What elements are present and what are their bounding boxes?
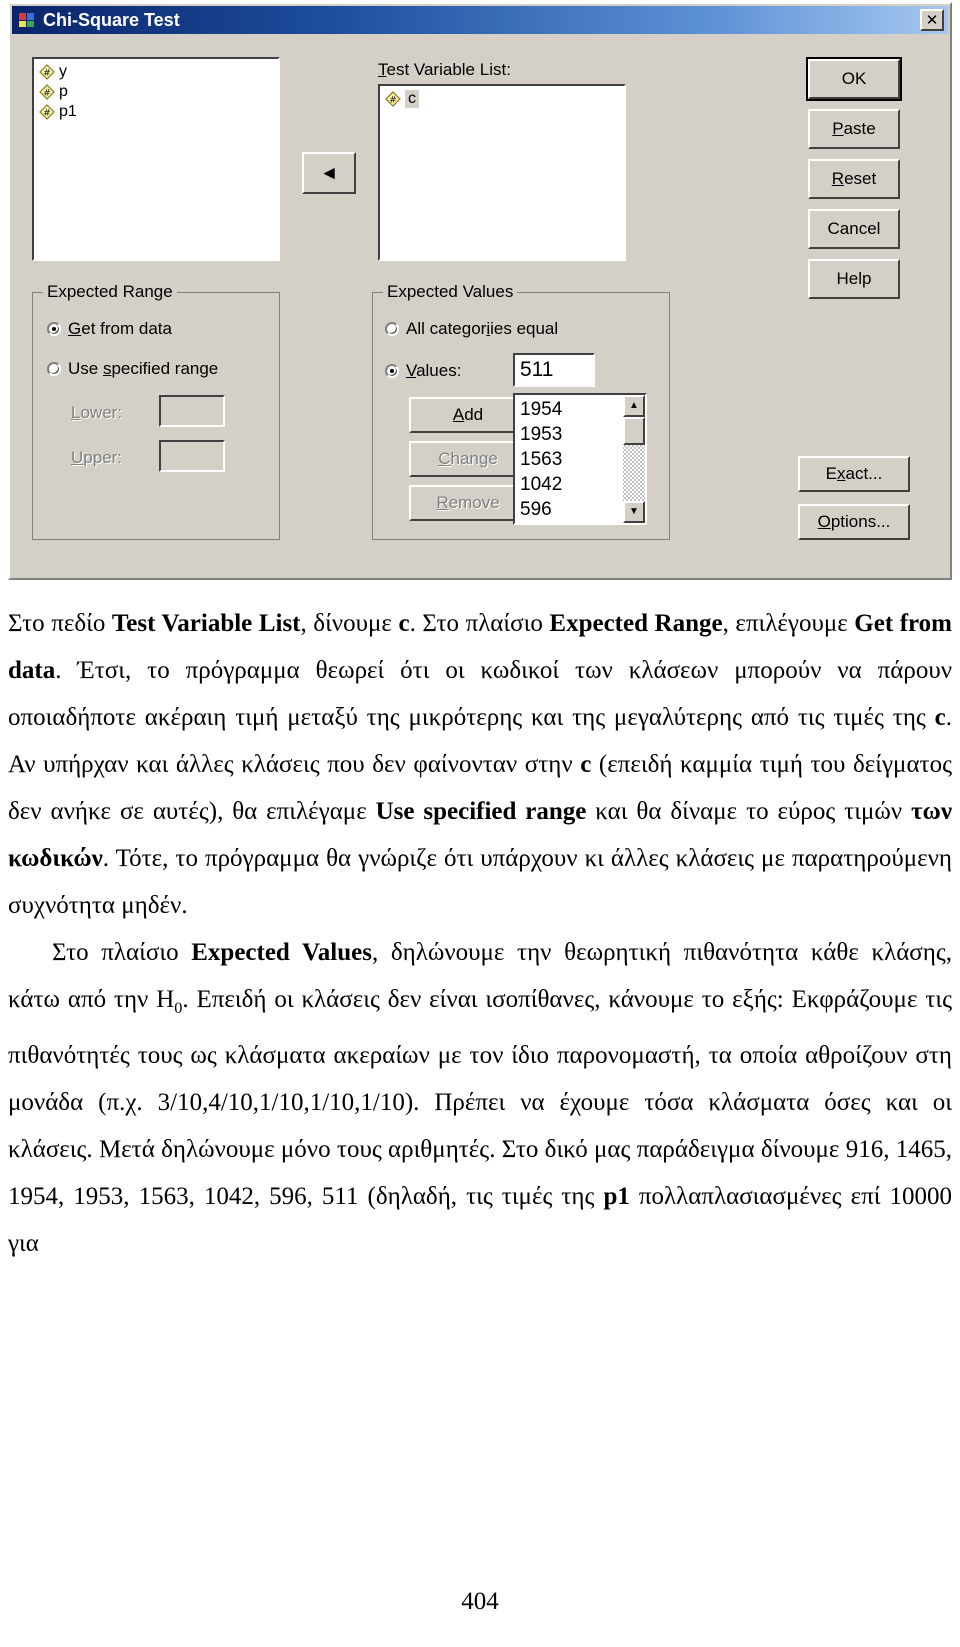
list-item[interactable]: 1954: [520, 397, 562, 422]
expected-range-group: Expected Range Get from data Use specifi…: [32, 282, 280, 540]
radio-indicator: [47, 322, 61, 336]
numeric-variable-icon: #: [385, 91, 401, 107]
svg-text:#: #: [43, 109, 51, 119]
dialog-title: Chi-Square Test: [43, 9, 180, 30]
cancel-button-label: Cancel: [827, 219, 881, 238]
upper-input[interactable]: [159, 440, 225, 472]
radio-label: Get from data: [68, 319, 172, 338]
source-variable-items: # y # p # p1: [34, 59, 278, 125]
reset-button-label: Reset: [831, 169, 877, 188]
test-variable-list-box[interactable]: # c: [378, 84, 626, 261]
source-variable-list[interactable]: # y # p # p1: [32, 57, 280, 261]
numeric-variable-icon: #: [39, 64, 55, 80]
help-button-label: Help: [836, 269, 872, 288]
close-icon[interactable]: ✕: [920, 9, 944, 31]
add-button-label: Add: [452, 405, 484, 424]
list-item[interactable]: 1563: [520, 447, 562, 472]
radio-indicator: [47, 362, 61, 376]
left-arrow-icon: ◄: [319, 162, 339, 184]
test-variable-items: # c: [380, 86, 624, 112]
upper-label: Upper:: [71, 448, 123, 467]
change-button-label: Change: [438, 449, 498, 468]
chi-square-test-dialog: Chi-Square Test ✕ # y # p # p1 ◄ Test Variabl…: [8, 2, 952, 580]
triangle-up-icon: ▲: [629, 400, 639, 411]
test-variable-list-label: Test Variable List:: [378, 60, 511, 79]
paragraph-2: Στο πλαίσιο Expected Values, δηλώνουμε τ…: [8, 939, 952, 1257]
page-number: 404: [461, 1588, 499, 1615]
exact-button-label: Exact...: [825, 464, 883, 483]
scroll-up-button[interactable]: ▲: [623, 395, 645, 417]
expected-range-title: Expected Range: [43, 282, 177, 302]
scrollbar-thumb[interactable]: [623, 417, 645, 445]
expected-values-group: Expected Values All categoriies equal Va…: [372, 282, 670, 540]
options-button-label: Options...: [817, 512, 891, 531]
svg-text:#: #: [43, 89, 51, 99]
document-body: Στο πεδίο Test Variable List, δίνουμε c.…: [8, 600, 952, 1267]
radio-indicator: [385, 364, 399, 378]
lower-input[interactable]: [159, 395, 225, 427]
add-button[interactable]: Add: [409, 397, 527, 433]
expected-values-listbox[interactable]: 1954 1953 1563 1042 596 ▲ ▼: [513, 393, 647, 525]
numeric-variable-icon: #: [39, 84, 55, 100]
list-item[interactable]: 1042: [520, 472, 562, 497]
options-button[interactable]: Options...: [798, 504, 910, 540]
values-input-text: 511: [520, 358, 554, 381]
list-item[interactable]: 596: [520, 497, 562, 522]
test-variable-list-label-text: est Variable List:: [386, 60, 511, 79]
exact-button[interactable]: Exact...: [798, 456, 910, 492]
ok-button[interactable]: OK: [806, 57, 902, 101]
dialog-titlebar: Chi-Square Test ✕: [12, 6, 948, 34]
svg-text:#: #: [389, 96, 397, 106]
help-button[interactable]: Help: [808, 259, 900, 299]
paragraph-1: Στο πεδίο Test Variable List, δίνουμε c.…: [8, 610, 952, 919]
list-item[interactable]: # c: [382, 89, 622, 109]
expected-values-title: Expected Values: [383, 282, 518, 302]
svg-text:#: #: [43, 69, 51, 79]
radio-label: All categoriies equal: [406, 319, 559, 338]
lower-label: Lower:: [71, 403, 123, 422]
remove-button-label: Remove: [436, 493, 500, 512]
radio-all-categories-equal[interactable]: All categoriies equal: [385, 319, 558, 339]
values-input[interactable]: 511: [513, 353, 595, 387]
expected-values-items: 1954 1953 1563 1042 596: [520, 397, 562, 522]
radio-label: Use specified range: [68, 359, 219, 378]
variable-name: p1: [59, 103, 77, 120]
values-scrollbar[interactable]: ▲ ▼: [623, 395, 645, 523]
variable-name: c: [405, 90, 419, 108]
scrollbar-track[interactable]: [623, 417, 645, 501]
cancel-button[interactable]: Cancel: [808, 209, 900, 249]
numeric-variable-icon: #: [39, 104, 55, 120]
remove-button[interactable]: Remove: [409, 485, 527, 521]
scroll-down-button[interactable]: ▼: [623, 501, 645, 523]
radio-get-from-data[interactable]: Get from data: [47, 319, 172, 339]
variable-name: p: [59, 83, 68, 100]
triangle-down-icon: ▼: [629, 506, 639, 517]
list-item[interactable]: # y: [36, 62, 276, 82]
radio-label: Values:: [406, 361, 462, 380]
radio-use-specified-range[interactable]: Use specified range: [47, 359, 218, 379]
radio-values[interactable]: Values:: [385, 361, 461, 381]
paste-button[interactable]: Paste: [808, 109, 900, 149]
ok-button-label: OK: [841, 69, 867, 88]
move-variable-button[interactable]: ◄: [302, 152, 356, 194]
spss-app-icon: [17, 10, 37, 30]
variable-name: y: [59, 63, 67, 80]
list-item[interactable]: # p1: [36, 102, 276, 122]
list-item[interactable]: # p: [36, 82, 276, 102]
radio-indicator: [385, 322, 399, 336]
paste-button-label: Paste: [832, 119, 876, 138]
reset-button[interactable]: Reset: [808, 159, 900, 199]
list-item[interactable]: 1953: [520, 422, 562, 447]
change-button[interactable]: Change: [409, 441, 527, 477]
